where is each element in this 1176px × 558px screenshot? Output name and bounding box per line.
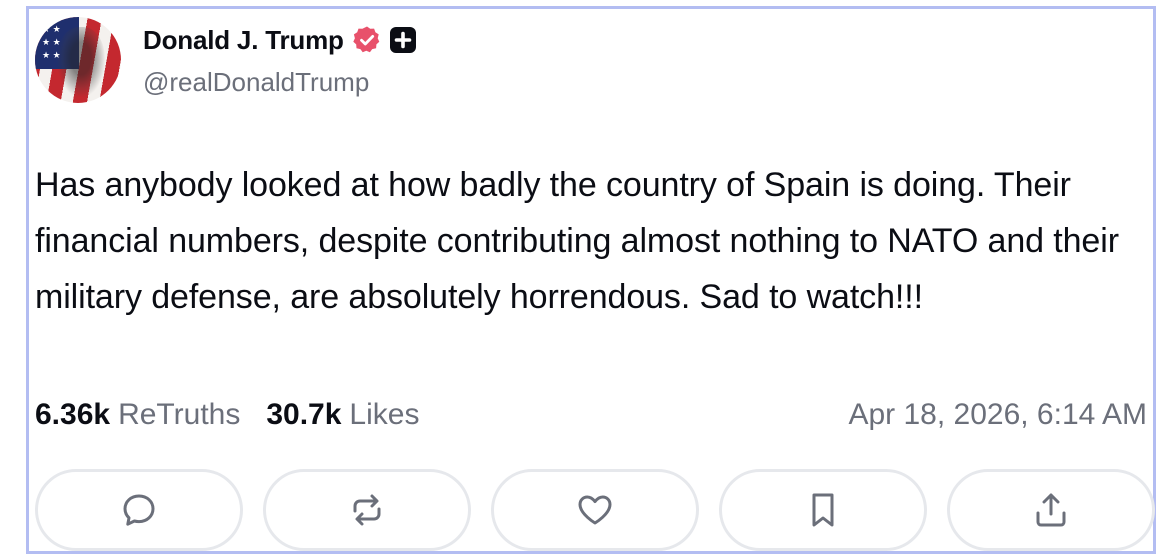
- post-body: Has anybody looked at how badly the coun…: [35, 166, 1119, 316]
- avatar[interactable]: [35, 17, 121, 103]
- retruths-label[interactable]: ReTruths: [118, 398, 240, 432]
- like-button[interactable]: [491, 469, 699, 551]
- bookmark-button[interactable]: [719, 469, 927, 551]
- reply-button[interactable]: [35, 469, 243, 551]
- plus-badge-icon: [389, 27, 416, 53]
- share-icon: [1036, 493, 1066, 527]
- retruths-count[interactable]: 6.36k: [35, 398, 110, 432]
- verified-badge-icon: [352, 25, 382, 55]
- reply-icon: [123, 494, 155, 526]
- bookmark-icon: [812, 493, 834, 527]
- share-button[interactable]: [947, 469, 1155, 551]
- author-handle[interactable]: @realDonaldTrump: [143, 67, 369, 98]
- post-card: Donald J. Trump @realDonaldTrump Has any…: [26, 6, 1156, 554]
- heart-icon: [578, 495, 612, 525]
- author-name[interactable]: Donald J. Trump: [143, 25, 344, 56]
- likes-label[interactable]: Likes: [349, 398, 419, 432]
- likes-count[interactable]: 30.7k: [266, 398, 341, 432]
- avatar-face: [57, 27, 105, 97]
- retruth-icon: [353, 494, 381, 526]
- post-stats: 6.36k ReTruths 30.7k Likes: [35, 393, 419, 437]
- action-bar: [35, 469, 1155, 551]
- retruth-button[interactable]: [263, 469, 471, 551]
- author-row: Donald J. Trump: [143, 23, 416, 57]
- post-timestamp: Apr 18, 2026, 6:14 AM: [848, 398, 1147, 431]
